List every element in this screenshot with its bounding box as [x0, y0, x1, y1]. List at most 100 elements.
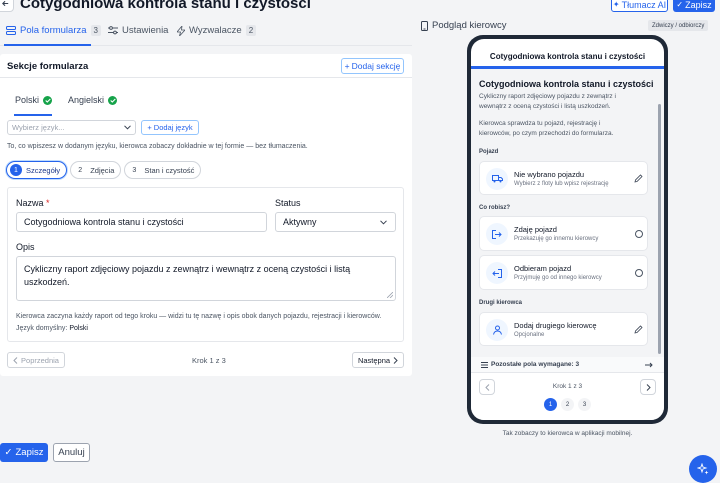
page-title: Cotygodniowa kontrola stanu i czystości — [20, 0, 311, 12]
phone-step-dot-1[interactable]: 1 — [544, 398, 557, 411]
resize-handle-icon[interactable] — [387, 292, 393, 298]
phone-remaining-text: Pozostałe pola wymagane: 3 — [491, 361, 580, 368]
phone-remaining-fields[interactable]: Pozostałe pola wymagane: 3 — [471, 357, 664, 373]
phone-heading: Cotygodniowa kontrola stanu i czystości — [479, 79, 654, 89]
chevron-down-icon — [124, 125, 131, 130]
cancel-button[interactable]: Anuluj — [53, 443, 90, 462]
arrow-left-icon — [1, 0, 8, 6]
language-select-placeholder: Wybierz język... — [12, 123, 65, 132]
next-label: Następna — [357, 355, 391, 365]
tab-settings[interactable]: Ustawienia — [108, 25, 168, 36]
description-label: Opis — [16, 242, 35, 252]
phone-handover-title: Zdaję pojazd — [514, 225, 557, 234]
phone-frame: Cotygodniowa kontrola stanu i czystości … — [467, 35, 668, 424]
phone-vehicle-title: Nie wybrano pojazdu — [514, 170, 585, 179]
phone-vehicle-card[interactable]: Nie wybrano pojazdu Wybierz z floty lub … — [479, 161, 648, 195]
tab-settings-label: Ustawienia — [122, 25, 169, 36]
step-number: 1 — [10, 164, 22, 176]
arrow-right-icon — [645, 362, 653, 368]
back-button[interactable] — [0, 0, 14, 12]
divider — [0, 77, 412, 78]
tab-triggers[interactable]: Wyzwalacze 2 — [177, 25, 257, 36]
required-marker: * — [46, 198, 50, 208]
check-circle-icon — [43, 95, 53, 105]
phone-desc-line2: wewnątrz z oceną czystości i listą uszko… — [479, 103, 611, 110]
tab-form-fields[interactable]: Pola formularza 3 — [6, 25, 101, 36]
phone-vehicle-section: Pojazd — [479, 149, 499, 155]
radio-button[interactable] — [635, 269, 643, 277]
language-hint: To, co wpiszesz w dodanym języku, kierow… — [7, 143, 308, 150]
preview-mode-toggle[interactable]: Zdwiczy / odbiorczy — [648, 20, 709, 31]
sliders-icon — [108, 26, 118, 35]
step-condition[interactable]: 3 Stan i czystość — [124, 161, 202, 179]
phone-driver-card[interactable]: Dodaj drugiego kierowcę Opcjonalne — [479, 312, 648, 346]
name-label-text: Nazwa — [16, 198, 44, 208]
name-input[interactable]: Cotygodniowa kontrola stanu i czystości — [16, 212, 267, 232]
add-language-label: Dodaj język — [153, 123, 193, 132]
phone-footer: Pozostałe pola wymagane: 3 Krok 1 z 3 1 … — [471, 357, 664, 420]
tab-bar: Pola formularza 3 Ustawienia Wyzwalacze … — [0, 22, 412, 46]
tab-form-fields-label: Pola formularza — [20, 25, 87, 36]
phone-step-dot-3[interactable]: 3 — [578, 398, 591, 411]
default-language-value: Polski — [69, 325, 88, 332]
ai-translate-label: Tłumacz AI — [621, 0, 667, 10]
form-sections-card: Sekcje formularza + Dodaj sekcję Polski … — [0, 54, 412, 376]
previous-button[interactable]: Poprzednia — [7, 352, 65, 368]
arrow-right-box-icon — [486, 223, 508, 245]
phone-intro-line2: kierowców, po czym przechodzi do formula… — [479, 130, 614, 137]
chevron-right-icon — [646, 383, 651, 391]
phone-driver-title: Dodaj drugiego kierowcę — [514, 321, 597, 330]
lang-tab-english-label: Angielski — [68, 95, 105, 105]
preview-header: Podgląd kierowcy — [421, 20, 506, 31]
phone-screen: Cotygodniowa kontrola stanu i czystości … — [471, 39, 664, 420]
save-label: Zapisz — [15, 447, 44, 458]
step-photos[interactable]: 2 Zdjęcia — [70, 161, 122, 179]
description-textarea[interactable]: Cykliczny raport zdjęciowy pojazdu z zew… — [16, 256, 396, 301]
save-button-top[interactable]: ✓ Zapisz — [673, 0, 715, 12]
step-pager: Poprzednia Krok 1 z 3 Następna — [0, 352, 412, 370]
next-button[interactable]: Następna — [352, 352, 404, 368]
phone-step-text: Krok 1 z 3 — [552, 383, 583, 390]
language-select[interactable]: Wybierz język... — [7, 120, 136, 135]
chevron-right-icon — [393, 356, 398, 364]
tab-triggers-label: Wyzwalacze — [189, 25, 242, 36]
phone-driver-sub: Opcjonalne — [514, 332, 545, 338]
phone-handover-option[interactable]: Zdaję pojazd Przekazuję go innemu kierow… — [479, 216, 648, 251]
preview-title: Podgląd kierowcy — [432, 20, 507, 31]
user-icon — [486, 319, 508, 341]
phone-pickup-sub: Przyjmuję go od innego kierowcy — [514, 275, 602, 281]
ai-translate-button[interactable]: ✦ Tłumacz AI — [611, 0, 668, 12]
tab-triggers-count: 2 — [245, 25, 257, 36]
pencil-icon — [634, 174, 643, 183]
step-number: 3 — [132, 166, 137, 174]
step-details[interactable]: 1 Szczegóły — [6, 161, 68, 179]
phone-step-dot-2[interactable]: 2 — [561, 398, 574, 411]
phone-title: Cotygodniowa kontrola stanu i czystości — [489, 52, 646, 61]
lang-tab-polish-label: Polski — [15, 95, 40, 105]
smartphone-icon — [421, 20, 428, 31]
phone-next-button[interactable] — [640, 379, 656, 395]
radio-button[interactable] — [635, 230, 643, 238]
chevron-left-icon — [13, 356, 18, 364]
phone-scrollbar[interactable] — [658, 104, 661, 354]
name-label: Nazwa * — [16, 198, 50, 208]
pager-step-text: Krok 1 z 3 — [192, 356, 226, 365]
lang-tab-polish[interactable]: Polski — [15, 95, 53, 105]
add-language-button[interactable]: + Dodaj język — [141, 120, 199, 135]
save-button[interactable]: ✓ Zapisz — [0, 443, 48, 462]
step-selector: 1 Szczegóły 2 Zdjęcia 3 Stan i czystość — [6, 161, 202, 179]
ai-assistant-button[interactable] — [689, 455, 717, 483]
step-label: Szczegóły — [26, 165, 61, 175]
phone-pickup-option[interactable]: Odbieram pojazd Przyjmuję go od innego k… — [479, 255, 648, 290]
add-section-button[interactable]: + Dodaj sekcję — [341, 58, 404, 74]
plus-icon: + — [147, 123, 152, 132]
plus-icon: + — [344, 61, 350, 71]
preview-caption: Tak zobaczy to kierowca w aplikacji mobi… — [502, 430, 633, 437]
description-text: Cykliczny raport zdjęciowy pojazdu z zew… — [24, 264, 351, 287]
sections-title: Sekcje formularza — [7, 61, 89, 72]
lightning-icon — [177, 25, 185, 36]
status-select[interactable]: Aktywny — [275, 212, 396, 232]
save-top-label: Zapisz — [685, 0, 712, 10]
tab-form-fields-count: 3 — [90, 25, 101, 36]
lang-tab-english[interactable]: Angielski — [68, 95, 118, 105]
